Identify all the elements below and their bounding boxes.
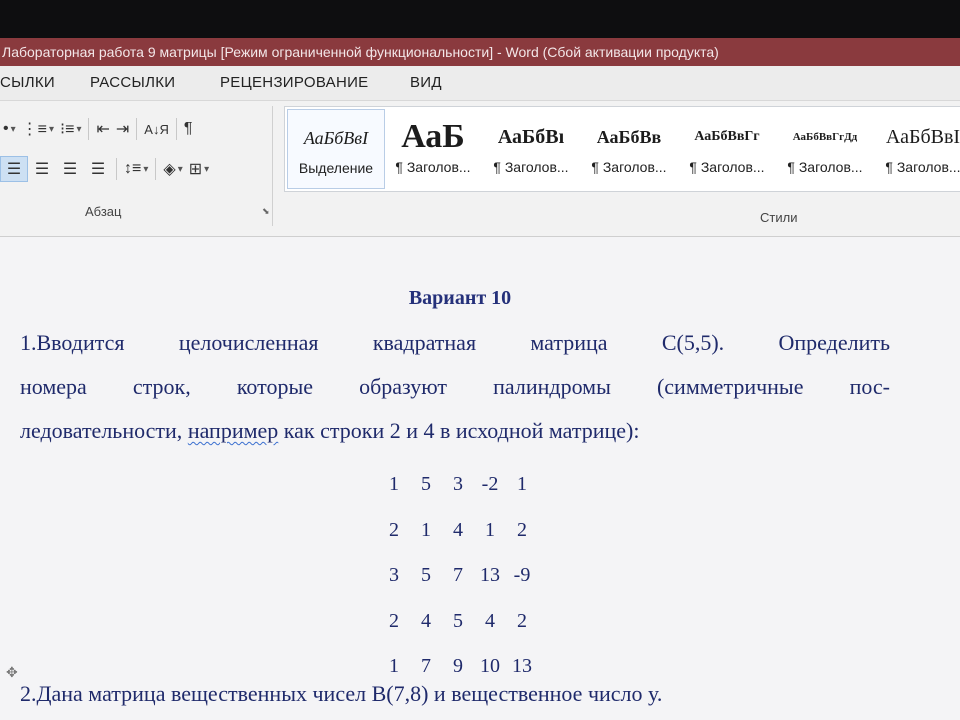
- group-separator: [272, 106, 273, 226]
- style-heading-1[interactable]: АаБ ¶ Заголов...: [385, 109, 481, 187]
- justify-icon[interactable]: ☰: [84, 156, 112, 182]
- tab-view[interactable]: ВИД: [410, 74, 442, 91]
- paragraph-row-1: • ▾ ⋮≡ ▾ ⁝≡ ▾ ⇤ ⇥ А↓Я ¶: [0, 114, 195, 144]
- multilevel-list-icon[interactable]: ⁝≡ ▾: [57, 116, 84, 142]
- variant-heading: Вариант 10: [408, 287, 512, 309]
- task1-line-3: ледовательности, например как строки 2 и…: [20, 418, 640, 443]
- matrix: 1 5 3 -2 1 2 1 4 1 2 3 5 7 13 -9 2 4 5 4…: [378, 462, 538, 690]
- matrix-cell: 4: [453, 518, 463, 541]
- matrix-cell: 5: [453, 609, 463, 632]
- borders-icon[interactable]: ⊞ ▾: [186, 156, 212, 182]
- title-bar: Лабораторная работа 9 матрицы [Режим огр…: [0, 38, 960, 66]
- matrix-cell: 9: [453, 655, 463, 678]
- matrix-cell: 3: [453, 473, 463, 496]
- matrix-cell: 1: [517, 473, 527, 496]
- paragraph-dialog-launcher-icon[interactable]: ⬊: [262, 206, 272, 216]
- task2-line: 2.Дана матрица вещественных чисел В(7,8)…: [20, 681, 663, 706]
- matrix-row: 2 1 4 1 2: [378, 508, 538, 554]
- matrix-row: 3 5 7 13 -9: [378, 553, 538, 599]
- matrix-cell: 2: [389, 609, 399, 632]
- document-page[interactable]: Вариант 10 1.Вводится целочисленная квад…: [0, 237, 960, 720]
- task1-line-2: номера строк, которые образуют палиндром…: [20, 374, 890, 399]
- numbering-icon[interactable]: ⋮≡ ▾: [19, 116, 57, 142]
- window-title: Лабораторная работа 9 матрицы [Режим огр…: [2, 44, 719, 60]
- matrix-cell: 1: [485, 518, 495, 541]
- matrix-cell: 4: [485, 609, 495, 632]
- table-move-handle-icon[interactable]: ✥: [6, 665, 18, 682]
- shading-icon[interactable]: ◈ ▾: [160, 156, 185, 182]
- style-heading-2[interactable]: АаБбВı ¶ Заголов...: [483, 109, 579, 187]
- ribbon: СЫЛКИ РАССЫЛКИ РЕЦЕНЗИРОВАНИЕ ВИД • ▾ ⋮≡ ▾…: [0, 66, 960, 237]
- line-spacing-icon[interactable]: ↕≡ ▾: [121, 156, 151, 182]
- decrease-indent-icon[interactable]: ⇤: [93, 116, 112, 142]
- align-center-icon[interactable]: ☰: [28, 156, 56, 182]
- matrix-cell: 13: [480, 564, 500, 587]
- style-heading-3[interactable]: АаБбВв ¶ Заголов...: [581, 109, 677, 187]
- matrix-cell: 2: [389, 518, 399, 541]
- bullets-icon[interactable]: • ▾: [0, 116, 19, 142]
- styles-group-label: Стили: [760, 210, 798, 225]
- matrix-cell: 2: [517, 518, 527, 541]
- matrix-cell: 1: [421, 518, 431, 541]
- matrix-cell: 5: [421, 473, 431, 496]
- matrix-cell: -9: [513, 564, 531, 587]
- style-heading-4[interactable]: АаБбВвГг ¶ Заголов...: [679, 109, 775, 187]
- sort-icon[interactable]: А↓Я: [141, 116, 172, 142]
- tab-review[interactable]: РЕЦЕНЗИРОВАНИЕ: [220, 74, 368, 91]
- styles-gallery: АаБбВвІ Выделение АаБ ¶ Заголов... АаБбВ…: [284, 106, 960, 192]
- task1-line-1: 1.Вводится целочисленная квадратная матр…: [20, 330, 890, 355]
- document-area[interactable]: Вариант 10 1.Вводится целочисленная квад…: [0, 237, 960, 720]
- align-left-icon[interactable]: ☰: [0, 156, 28, 182]
- matrix-cell: 7: [453, 564, 463, 587]
- matrix-cell: 2: [517, 609, 527, 632]
- matrix-cell: 4: [421, 609, 431, 632]
- style-heading-6[interactable]: АаБбВвІ ¶ Заголов...: [875, 109, 960, 187]
- matrix-cell: 1: [389, 655, 399, 678]
- matrix-cell: 10: [480, 655, 500, 678]
- matrix-cell: 5: [421, 564, 431, 587]
- ribbon-tabs: СЫЛКИ РАССЫЛКИ РЕЦЕНЗИРОВАНИЕ ВИД: [0, 66, 960, 101]
- show-formatting-icon[interactable]: ¶: [181, 116, 196, 142]
- matrix-cell: 7: [421, 655, 431, 678]
- increase-indent-icon[interactable]: ⇥: [113, 116, 132, 142]
- paragraph-row-2: ☰ ☰ ☰ ☰ ↕≡ ▾ ◈ ▾ ⊞ ▾: [0, 154, 212, 184]
- matrix-cell: -2: [481, 473, 499, 496]
- spellcheck-marked-word[interactable]: например: [188, 418, 278, 443]
- matrix-row: 2 4 5 4 2: [378, 599, 538, 645]
- matrix-cell: 1: [389, 473, 399, 496]
- align-right-icon[interactable]: ☰: [56, 156, 84, 182]
- matrix-cell: 3: [389, 564, 399, 587]
- matrix-cell: 13: [512, 655, 532, 678]
- style-emphasis[interactable]: АаБбВвІ Выделение: [287, 109, 385, 189]
- style-heading-5[interactable]: АаБбВвГгДд ¶ Заголов...: [777, 109, 873, 187]
- tab-references[interactable]: СЫЛКИ: [0, 74, 55, 91]
- tab-mailings[interactable]: РАССЫЛКИ: [90, 74, 175, 91]
- monitor-bezel: [0, 0, 960, 38]
- matrix-row: 1 5 3 -2 1: [378, 462, 538, 508]
- paragraph-group-label: Абзац: [85, 204, 122, 219]
